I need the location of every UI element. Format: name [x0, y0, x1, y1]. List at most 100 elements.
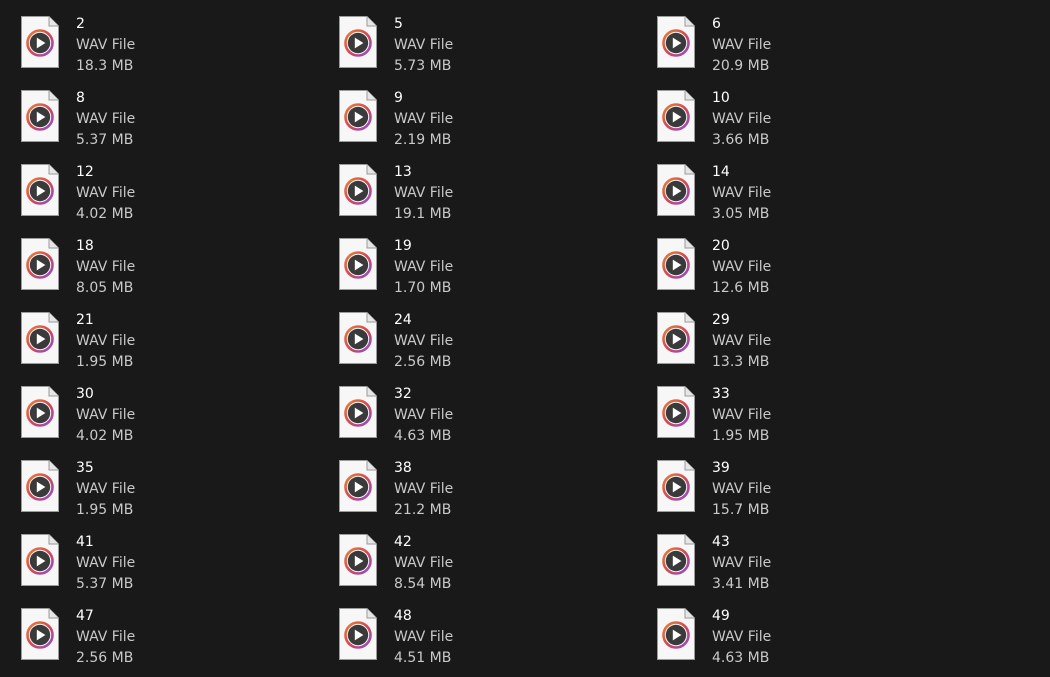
wav-file-icon: [338, 311, 378, 365]
file-details: 35 WAV File 1.95 MB: [76, 458, 135, 521]
file-item-18[interactable]: 18 WAV File 8.05 MB: [20, 237, 320, 303]
file-item-35[interactable]: 35 WAV File 1.95 MB: [20, 459, 320, 525]
wav-file-icon: [656, 533, 696, 587]
file-item-30[interactable]: 30 WAV File 4.02 MB: [20, 385, 320, 451]
file-name: 38: [394, 460, 412, 476]
file-name: 42: [394, 534, 412, 550]
file-size: 1.95 MB: [712, 428, 770, 444]
file-type: WAV File: [394, 333, 454, 349]
file-size: 1.70 MB: [394, 280, 452, 296]
file-name: 21: [76, 312, 94, 328]
file-item-43[interactable]: 43 WAV File 3.41 MB: [656, 533, 956, 599]
file-item-12[interactable]: 12 WAV File 4.02 MB: [20, 163, 320, 229]
wav-file-icon: [338, 385, 378, 439]
wav-file-icon: [20, 237, 60, 291]
file-details: 38 WAV File 21.2 MB: [394, 458, 453, 521]
file-size: 19.1 MB: [394, 206, 452, 222]
file-type: WAV File: [76, 333, 136, 349]
file-type: WAV File: [76, 407, 136, 423]
file-grid: 2 WAV File 18.3 MB 5 WAV File 5.73 MB 6 …: [0, 0, 1050, 677]
wav-file-icon: [20, 533, 60, 587]
file-size: 8.05 MB: [76, 280, 134, 296]
file-type: WAV File: [76, 185, 136, 201]
file-name: 2: [76, 16, 85, 32]
file-type: WAV File: [712, 407, 772, 423]
file-name: 43: [712, 534, 730, 550]
file-size: 5.73 MB: [394, 58, 452, 74]
file-size: 3.66 MB: [712, 132, 770, 148]
file-item-20[interactable]: 20 WAV File 12.6 MB: [656, 237, 956, 303]
file-item-5[interactable]: 5 WAV File 5.73 MB: [338, 15, 638, 81]
file-item-21[interactable]: 21 WAV File 1.95 MB: [20, 311, 320, 377]
file-item-6[interactable]: 6 WAV File 20.9 MB: [656, 15, 956, 81]
wav-file-icon: [656, 385, 696, 439]
file-details: 20 WAV File 12.6 MB: [712, 236, 771, 299]
wav-file-icon: [20, 311, 60, 365]
file-details: 12 WAV File 4.02 MB: [76, 162, 135, 225]
file-size: 1.95 MB: [76, 502, 134, 518]
file-item-39[interactable]: 39 WAV File 15.7 MB: [656, 459, 956, 525]
file-size: 20.9 MB: [712, 58, 770, 74]
file-item-24[interactable]: 24 WAV File 2.56 MB: [338, 311, 638, 377]
file-item-19[interactable]: 19 WAV File 1.70 MB: [338, 237, 638, 303]
file-item-13[interactable]: 13 WAV File 19.1 MB: [338, 163, 638, 229]
file-type: WAV File: [394, 407, 454, 423]
file-name: 18: [76, 238, 94, 254]
file-details: 39 WAV File 15.7 MB: [712, 458, 771, 521]
wav-file-icon: [656, 607, 696, 661]
wav-file-icon: [338, 459, 378, 513]
wav-file-icon: [20, 89, 60, 143]
file-name: 10: [712, 90, 730, 106]
file-item-10[interactable]: 10 WAV File 3.66 MB: [656, 89, 956, 155]
file-size: 1.95 MB: [76, 354, 134, 370]
file-name: 6: [712, 16, 721, 32]
file-size: 3.05 MB: [712, 206, 770, 222]
file-item-14[interactable]: 14 WAV File 3.05 MB: [656, 163, 956, 229]
file-details: 8 WAV File 5.37 MB: [76, 88, 135, 151]
file-size: 2.56 MB: [76, 650, 134, 666]
file-name: 47: [76, 608, 94, 624]
file-details: 41 WAV File 5.37 MB: [76, 532, 135, 595]
wav-file-icon: [338, 89, 378, 143]
file-details: 32 WAV File 4.63 MB: [394, 384, 453, 447]
wav-file-icon: [338, 607, 378, 661]
wav-file-icon: [656, 237, 696, 291]
file-details: 29 WAV File 13.3 MB: [712, 310, 771, 373]
file-item-32[interactable]: 32 WAV File 4.63 MB: [338, 385, 638, 451]
file-type: WAV File: [76, 629, 136, 645]
file-size: 2.19 MB: [394, 132, 452, 148]
file-name: 39: [712, 460, 730, 476]
wav-file-icon: [338, 163, 378, 217]
file-type: WAV File: [76, 111, 136, 127]
file-size: 12.6 MB: [712, 280, 770, 296]
file-details: 48 WAV File 4.51 MB: [394, 606, 453, 669]
file-item-49[interactable]: 49 WAV File 4.63 MB: [656, 607, 956, 673]
file-item-8[interactable]: 8 WAV File 5.37 MB: [20, 89, 320, 155]
file-item-42[interactable]: 42 WAV File 8.54 MB: [338, 533, 638, 599]
file-size: 8.54 MB: [394, 576, 452, 592]
file-type: WAV File: [76, 481, 136, 497]
file-item-38[interactable]: 38 WAV File 21.2 MB: [338, 459, 638, 525]
file-details: 24 WAV File 2.56 MB: [394, 310, 453, 373]
file-details: 19 WAV File 1.70 MB: [394, 236, 453, 299]
file-details: 14 WAV File 3.05 MB: [712, 162, 771, 225]
file-type: WAV File: [76, 259, 136, 275]
file-size: 3.41 MB: [712, 576, 770, 592]
file-item-48[interactable]: 48 WAV File 4.51 MB: [338, 607, 638, 673]
file-item-47[interactable]: 47 WAV File 2.56 MB: [20, 607, 320, 673]
file-item-9[interactable]: 9 WAV File 2.19 MB: [338, 89, 638, 155]
file-name: 49: [712, 608, 730, 624]
file-size: 4.51 MB: [394, 650, 452, 666]
file-name: 33: [712, 386, 730, 402]
file-details: 2 WAV File 18.3 MB: [76, 14, 135, 77]
wav-file-icon: [20, 385, 60, 439]
wav-file-icon: [20, 15, 60, 69]
file-item-2[interactable]: 2 WAV File 18.3 MB: [20, 15, 320, 81]
wav-file-icon: [656, 15, 696, 69]
file-size: 5.37 MB: [76, 576, 134, 592]
file-item-41[interactable]: 41 WAV File 5.37 MB: [20, 533, 320, 599]
file-item-33[interactable]: 33 WAV File 1.95 MB: [656, 385, 956, 451]
file-size: 2.56 MB: [394, 354, 452, 370]
file-item-29[interactable]: 29 WAV File 13.3 MB: [656, 311, 956, 377]
wav-file-icon: [656, 89, 696, 143]
